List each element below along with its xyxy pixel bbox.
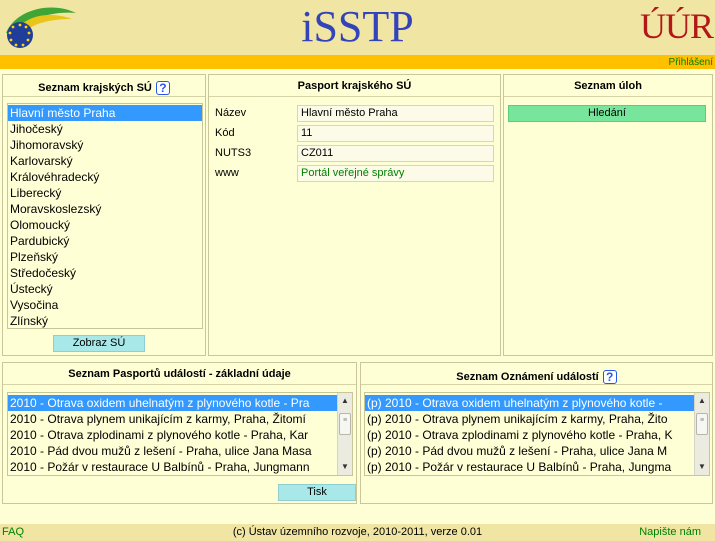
field-row-www: www Portál veřejné správy [215,165,497,182]
help-icon[interactable]: ? [602,370,617,384]
scroll-thumb[interactable]: ≡ [339,413,351,435]
list-item[interactable]: Vysočina [8,297,202,313]
list-item[interactable]: 2010 - Pád dvou mužů z lešení - Praha, u… [8,443,337,459]
list-item[interactable]: Středočeský [8,265,202,281]
uur-logo-icon: ÚÚR [639,6,714,46]
events-scrollbar[interactable]: ▲ ≡ ▼ [337,393,352,475]
notices-panel: Seznam Oznámení událostí? (p) 2010 - Otr… [360,362,713,504]
field-row-name: Název Hlavní město Praha [215,105,497,122]
field-label: Kód [215,127,235,139]
header: iSSTP ÚÚR [0,0,715,55]
list-item[interactable]: 2010 - Požár v restaurace U Balbínů - Pr… [8,459,337,475]
field-value: CZ011 [297,145,494,162]
notices-scrollbar[interactable]: ▲ ≡ ▼ [694,393,709,475]
list-item[interactable]: (p) 2010 - Otrava oxidem uhelnatým z ply… [365,395,694,411]
list-item[interactable]: Liberecký [8,185,202,201]
app-title: iSSTP [301,2,414,51]
list-item[interactable]: (p) 2010 - Požár v restaurace U Balbínů … [365,459,694,475]
list-item[interactable]: Karlovarský [8,153,202,169]
help-icon[interactable]: ? [155,81,170,95]
scroll-thumb[interactable]: ≡ [696,413,708,435]
regions-panel-title: Seznam krajských SÚ? [3,75,205,97]
scroll-down-icon[interactable]: ▼ [338,460,352,474]
footer: FAQ (c) Ústav územního rozvoje, 2010-201… [0,524,715,541]
portal-link[interactable]: Portál veřejné správy [297,165,494,182]
scroll-up-icon[interactable]: ▲ [338,394,352,408]
list-item[interactable]: Pardubický [8,233,202,249]
regions-panel: Seznam krajských SÚ? Hlavní město Praha … [2,74,206,356]
show-su-button[interactable]: Zobraz SÚ [53,335,145,352]
events-panel: Seznam Pasportů událostí - základní údaj… [2,362,357,504]
passport-panel: Pasport krajského SÚ Název Hlavní město … [208,74,501,356]
list-item[interactable]: (p) 2010 - Pád dvou mužů z lešení - Prah… [365,443,694,459]
notices-panel-title: Seznam Oznámení událostí? [361,363,712,385]
contact-link[interactable]: Napište nám [639,526,701,538]
regions-panel-title-text: Seznam krajských SÚ [38,82,152,94]
list-item[interactable]: (p) 2010 - Otrava plynem unikajícím z ka… [365,411,694,427]
list-item[interactable]: 2010 - Otrava zplodinami z plynového kot… [8,427,337,443]
copyright-text: (c) Ústav územního rozvoje, 2010-2011, v… [232,526,483,538]
notices-listbox[interactable]: (p) 2010 - Otrava oxidem uhelnatým z ply… [364,392,710,476]
login-bar: Přihlášení [0,55,715,69]
field-row-nuts3: NUTS3 CZ011 [215,145,497,162]
scroll-down-icon[interactable]: ▼ [695,460,709,474]
list-item[interactable]: Hlavní město Praha [8,105,202,121]
tasks-panel: Seznam úloh Hledání [503,74,713,356]
login-link[interactable]: Přihlášení [669,56,713,69]
tasks-panel-title: Seznam úloh [504,75,712,97]
events-listbox[interactable]: 2010 - Otrava oxidem uhelnatým z plynové… [7,392,353,476]
list-item[interactable]: Královéhradecký [8,169,202,185]
list-item[interactable]: Plzeňský [8,249,202,265]
list-item[interactable]: (p) 2010 - Otrava zplodinami z plynového… [365,427,694,443]
field-row-code: Kód 11 [215,125,497,142]
list-item[interactable]: Olomoucký [8,217,202,233]
list-item[interactable]: Jihomoravský [8,137,202,153]
list-item[interactable]: Jihočeský [8,121,202,137]
list-item[interactable]: 2010 - Otrava plynem unikajícím z karmy,… [8,411,337,427]
print-button[interactable]: Tisk [278,484,356,501]
passport-panel-title: Pasport krajského SÚ [209,75,500,97]
list-item[interactable]: Moravskoslezský [8,201,202,217]
field-value: 11 [297,125,494,142]
search-button[interactable]: Hledání [508,105,706,122]
events-panel-title: Seznam Pasportů událostí - základní údaj… [3,363,356,385]
list-item[interactable]: Zlínský [8,313,202,328]
list-item[interactable]: Ústecký [8,281,202,297]
regions-listbox[interactable]: Hlavní město Praha Jihočeský Jihomoravsk… [7,103,203,329]
scroll-up-icon[interactable]: ▲ [695,394,709,408]
list-item[interactable]: 2010 - Otrava oxidem uhelnatým z plynové… [8,395,337,411]
notices-panel-title-text: Seznam Oznámení událostí [456,371,599,383]
field-label: www [215,167,239,179]
field-label: Název [215,107,247,119]
field-label: NUTS3 [215,147,252,159]
field-value: Hlavní město Praha [297,105,494,122]
